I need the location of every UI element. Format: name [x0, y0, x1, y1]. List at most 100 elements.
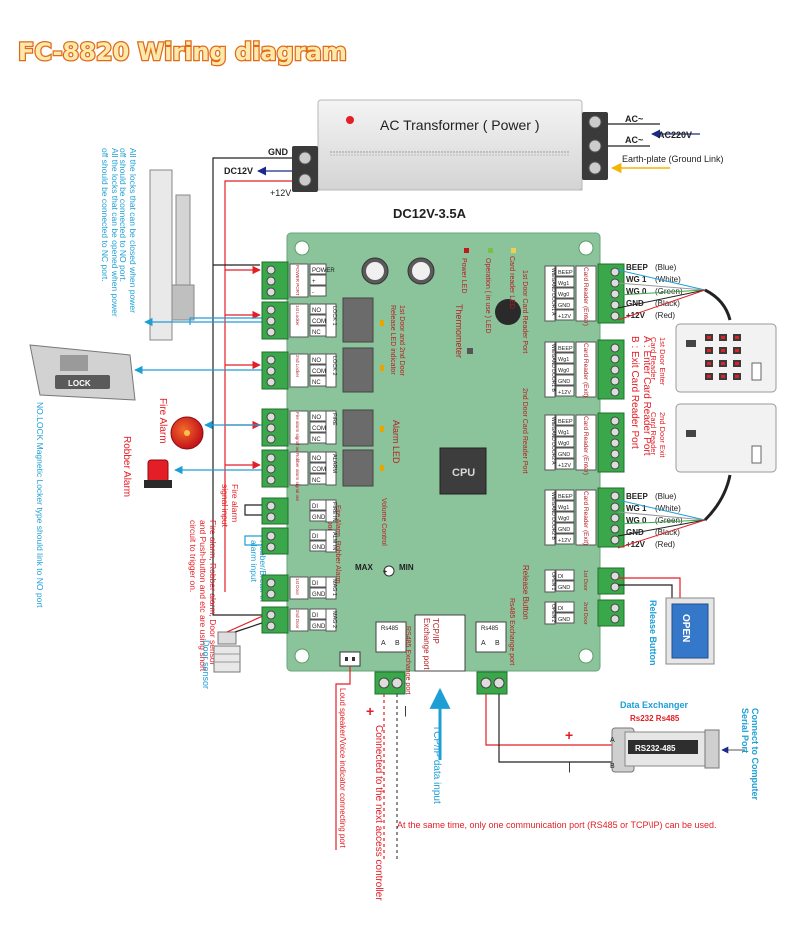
terminal-mag2: DI GND MAG 2 2nd Door [261, 606, 337, 634]
pin-label: +12V [558, 538, 571, 544]
card-reader-proximity [675, 403, 777, 473]
wiring-diagram: FC-8820 Wiring diagram AC Transformer ( … [17, 37, 777, 901]
screw-icon [610, 524, 620, 534]
pin-label: DI [312, 504, 318, 510]
rs485-right-terminal [476, 671, 508, 695]
terminal-tag: FIRE [331, 413, 337, 426]
pin-label: DI [558, 574, 564, 580]
nolock-note: NO.LOCK Magnetic Locker type should link… [35, 402, 45, 608]
terminal-tag: LOCK 1 [331, 306, 337, 326]
tcpip-input-label: TCP/IP data input [431, 725, 442, 804]
wire-color: (Blue) [655, 492, 677, 501]
screw-icon [610, 614, 620, 624]
terminal-tag: WIEGAND DOOR2 A [550, 417, 556, 465]
power-led-icon [464, 248, 469, 253]
screw-icon [266, 610, 276, 620]
screw-icon [266, 589, 276, 599]
pin-label: POWER [312, 268, 335, 274]
pin-label: BEEP [558, 494, 573, 500]
terminal-tag: ALM IN [331, 532, 337, 550]
relay-led-label-2: Release LED indicator [389, 305, 396, 375]
pin-label: NC [312, 380, 321, 386]
pin-label: COM [312, 369, 326, 375]
terminal-label: Card Reader (Exit) [582, 491, 589, 545]
screw-icon [266, 423, 276, 433]
rs485-tag-right: Rs485 [481, 626, 499, 632]
screw-icon [610, 491, 620, 501]
pin-label: NO [312, 456, 321, 462]
alarm-led-label: Alarm LED [391, 420, 401, 464]
screw-icon [266, 316, 276, 326]
pin-label: - [312, 290, 314, 296]
screw-icon [610, 365, 620, 375]
rs232-485-converter: RS232-485 A B [610, 727, 720, 773]
pin-label: NC [312, 330, 321, 336]
screw-icon [266, 434, 276, 444]
ac220v-label: AC220V [658, 130, 692, 140]
screw-icon [610, 387, 620, 397]
earth-label: Earth-plate (Ground Link) [622, 154, 724, 164]
pin-label: Wg1 [558, 357, 569, 363]
pin-label: Wg0 [558, 441, 569, 447]
pin-label: BEEP [558, 270, 573, 276]
pin-label: Wg1 [558, 505, 569, 511]
screw-icon [266, 377, 276, 387]
wire-name: +12V [626, 311, 646, 320]
fire-alarm-label: Fire Alarm [157, 398, 168, 444]
terminal-mag1: DI GND MAG 1 1st Door [261, 574, 337, 602]
rs485-port-right-label: Rs485 Exchange port [508, 598, 515, 665]
rs485-plus-sign: + [565, 727, 573, 743]
terminal-lock1: NO COM NC LOCK 1 1st Locker [261, 301, 337, 340]
screw-icon [266, 412, 276, 422]
screw-icon [266, 305, 276, 315]
screw-icon [610, 603, 620, 613]
no-lock-note-line2: off should be connected to NO port. [118, 148, 128, 282]
reader2-wire-labels: BEEP (Blue)WG 1 (White)WG 0 (Green)GND (Blac… [626, 492, 683, 549]
terminal-tag: OPEN 2 [550, 604, 556, 623]
pin-label: COM [312, 467, 326, 473]
robber-input-label-2: alarm input [249, 540, 259, 583]
terminal-reader2b: BEEP Wg1 Wg0 GND +12VWIEGAND DOOR2 B Card Rea… [544, 487, 625, 548]
screw-icon [266, 327, 276, 337]
card-reader-keypad [675, 323, 777, 393]
pin-label: Wg0 [558, 516, 569, 522]
pin-label: GND [558, 585, 570, 591]
screw-icon [266, 621, 276, 631]
screw-icon [266, 542, 276, 552]
pin-label: NO [312, 415, 321, 421]
terminal-side-label: Robber alarm signal out [295, 453, 300, 502]
pin-label: Wg1 [558, 281, 569, 287]
screw-icon [266, 366, 276, 376]
rs485-a-right: A [481, 640, 486, 647]
screw-icon [266, 276, 276, 286]
terminal-side-label: 1st Door [295, 578, 300, 596]
wire-color: (Blue) [655, 263, 677, 272]
pin-label: GND [312, 624, 326, 630]
communication-note: At the same time, only one communication… [397, 820, 717, 830]
screw-icon [610, 449, 620, 459]
screw-icon [266, 265, 276, 275]
pin-label: GND [312, 515, 326, 521]
screw-icon [298, 151, 312, 165]
screw-icon [588, 139, 602, 153]
wire-color: (Red) [655, 540, 675, 549]
pin-label: GND [558, 379, 570, 385]
relay-led-label-1: 1st Door and 2nd Door [398, 305, 405, 376]
screw-icon [266, 475, 276, 485]
screw-icon [266, 355, 276, 365]
screw-icon [610, 267, 620, 277]
screw-icon [610, 438, 620, 448]
open-release-button: OPEN [665, 597, 715, 665]
robber-alarm-label: Robber Alarm [121, 436, 132, 497]
screw-icon [610, 354, 620, 364]
pin-label: COM [312, 319, 326, 325]
tcpip-port-label-2: Exchange port [422, 618, 431, 670]
pin-label: BEEP [558, 346, 573, 352]
dc12v-label: DC12V [224, 166, 253, 176]
pin-label: GND [558, 452, 570, 458]
screw-icon [266, 501, 276, 511]
terminal-tag: LOCK 2 [331, 356, 337, 376]
converter-pin-b: B [610, 763, 615, 770]
terminal-side-label: 2nd Door [582, 602, 588, 625]
screw-icon [610, 343, 620, 353]
